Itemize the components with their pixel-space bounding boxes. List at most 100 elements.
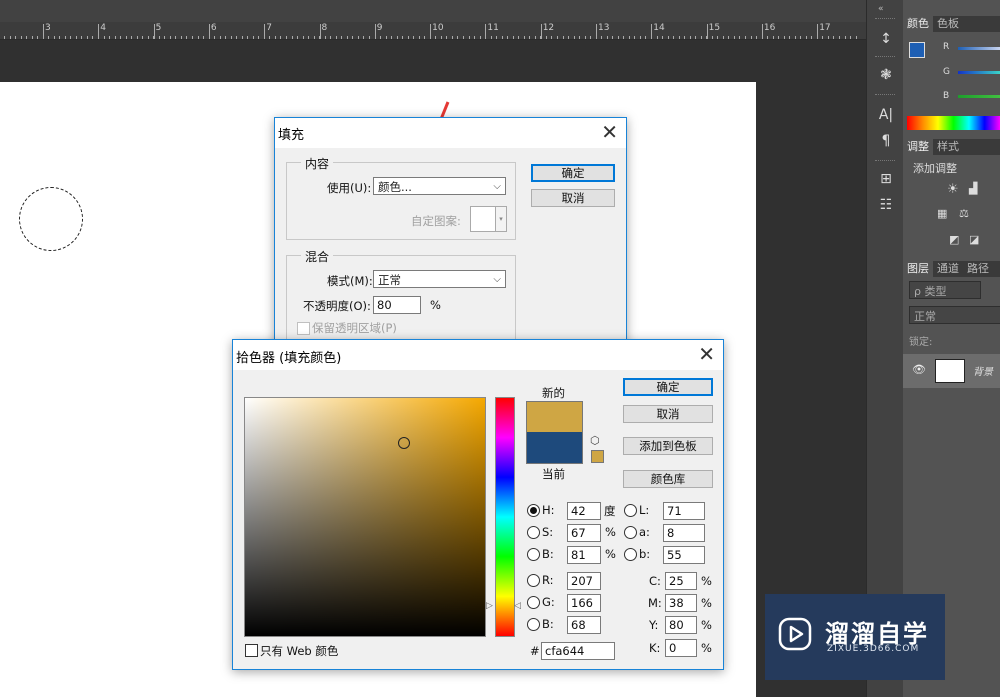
lab-b-input[interactable]: 55 [663,546,705,564]
tab-swatches[interactable]: 色板 [933,16,963,32]
web-safe-swatch[interactable] [591,450,604,463]
ruler-label: 11 [487,23,499,33]
ruler-minor-tick [657,36,658,39]
foreground-swatch[interactable] [909,42,925,58]
layer-row[interactable]: 👁 背景 [903,354,1000,388]
collapse-panels-icon[interactable]: « [878,4,884,14]
fill-cancel-button[interactable]: 取消 [531,189,615,207]
hue-slider[interactable] [495,397,515,637]
mode-select[interactable]: 正常 ⌵ [373,270,506,288]
close-icon[interactable]: ✕ [698,343,715,365]
b-input[interactable]: 81 [567,546,601,564]
workspace-topbar [0,0,866,22]
color-ramp[interactable] [907,116,1000,130]
cube-icon[interactable]: ⬡ [590,434,600,447]
r-radio[interactable] [527,574,540,587]
g-radio[interactable] [527,596,540,609]
l-radio[interactable] [624,504,637,517]
m-input[interactable]: 38 [665,594,697,612]
current-color-swatch[interactable] [526,432,583,464]
b-radio[interactable] [527,548,540,561]
tab-layers[interactable]: 图层 [903,261,933,277]
l-input[interactable]: 71 [663,502,705,520]
color-field-cursor[interactable] [398,437,410,449]
tab-styles[interactable]: 样式 [933,139,963,155]
panel-grip[interactable] [875,56,895,59]
web-colors-only-checkbox[interactable] [245,644,258,657]
layer-name: 背景 [973,367,993,378]
brush-icon[interactable]: ❃ [877,66,895,84]
visibility-icon[interactable]: 👁 [912,363,926,376]
a-radio[interactable] [624,526,637,539]
tab-adjustments[interactable]: 调整 [903,139,933,155]
ruler-minor-tick [623,36,624,39]
ruler-minor-tick [845,36,846,39]
g-input[interactable]: 166 [567,594,601,612]
gradient-map-icon[interactable]: ◪ [969,233,979,246]
close-icon[interactable]: ✕ [601,121,618,143]
add-to-swatches-button[interactable]: 添加到色板 [623,437,713,455]
use-select-value: 颜色... [378,180,412,194]
ruler-minor-tick [822,36,823,39]
h-input[interactable]: 42 [567,502,601,520]
ruler-minor-tick [391,36,392,39]
ruler-minor-tick [469,36,470,39]
s-input[interactable]: 67 [567,524,601,542]
fill-ok-button[interactable]: 确定 [531,164,615,182]
opacity-input[interactable]: 80 [373,296,421,314]
ruler-minor-tick [745,36,746,39]
blend-mode-label: 正常 [914,310,936,323]
panel-grip[interactable] [875,18,895,21]
chevron-down-icon: ⌵ [493,181,501,192]
hue-slider-right-arrow-icon[interactable]: ◁ [514,601,521,611]
color-field[interactable] [244,397,486,637]
paragraph-styles-icon[interactable]: ↕ [877,30,895,48]
notes-icon[interactable]: ☷ [877,196,895,214]
ruler-minor-tick [535,36,536,39]
balance-icon[interactable]: ⚖ [959,207,969,220]
channel-b-slider[interactable] [958,95,1000,98]
b-label: B: [542,547,554,561]
h-radio[interactable] [527,504,540,517]
picker-cancel-button[interactable]: 取消 [623,405,713,423]
tab-color[interactable]: 颜色 [903,16,933,32]
tab-paths[interactable]: 路径 [963,261,993,277]
lab-b-radio[interactable] [624,548,637,561]
c-input[interactable]: 25 [665,572,697,590]
blend-mode-select[interactable]: 正常 [909,306,1000,324]
channel-r-slider[interactable] [958,47,1000,50]
hue-slider-left-arrow-icon[interactable]: ▷ [486,601,493,611]
rgb-b-input[interactable]: 68 [567,616,601,634]
character-icon[interactable]: A| [877,106,895,124]
panel-grip[interactable] [875,160,895,163]
channel-g-slider[interactable] [958,71,1000,74]
rgb-b-radio[interactable] [527,618,540,631]
ruler-minor-tick [491,36,492,39]
paragraph-icon[interactable]: ¶ [877,132,895,150]
hue-sat-icon[interactable]: ▦ [937,207,947,220]
preserve-transparency-checkbox[interactable] [297,322,310,335]
ruler-minor-tick [800,36,801,39]
invert-icon[interactable]: ◩ [949,233,959,246]
ruler-minor-tick [21,36,22,39]
r-input[interactable]: 207 [567,572,601,590]
ruler-minor-tick [585,36,586,39]
hex-input[interactable]: cfa644 [541,642,615,660]
ruler-minor-tick [596,36,597,39]
a-input[interactable]: 8 [663,524,705,542]
ruler-minor-tick [568,36,569,39]
ruler-minor-tick [280,36,281,39]
levels-icon[interactable]: ▟ [969,182,977,195]
layer-filter-select[interactable]: ρ 类型 [909,281,981,299]
y-input[interactable]: 80 [665,616,697,634]
s-radio[interactable] [527,526,540,539]
color-libraries-button[interactable]: 颜色库 [623,470,713,488]
tab-channels[interactable]: 通道 [933,261,963,277]
brightness-icon[interactable]: ☀ [947,182,959,197]
k-input[interactable]: 0 [665,639,697,657]
use-select[interactable]: 颜色... ⌵ [373,177,506,195]
panel-grip[interactable] [875,94,895,97]
picker-ok-button[interactable]: 确定 [623,378,713,396]
layout-icon[interactable]: ⊞ [877,170,895,188]
ruler-minor-tick [341,36,342,39]
